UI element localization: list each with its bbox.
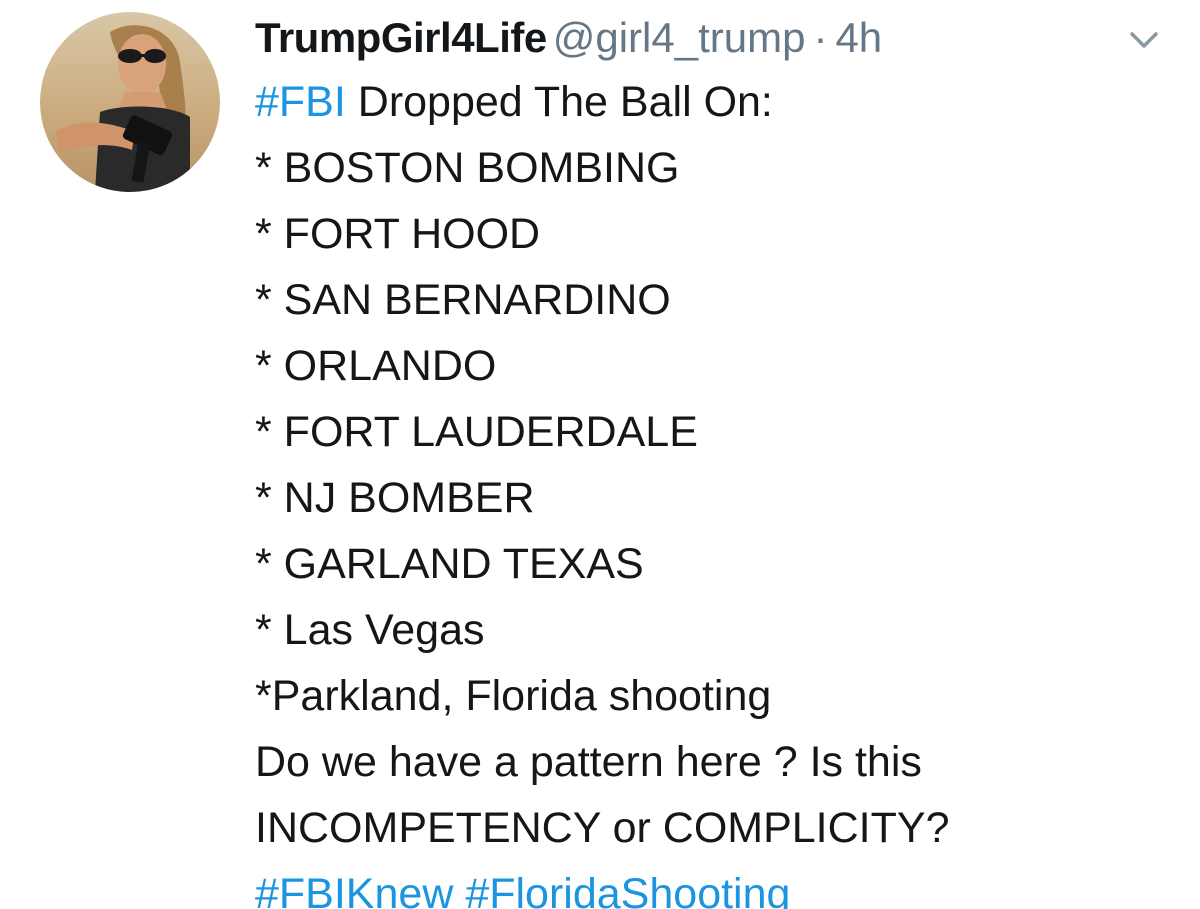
list-item: * FORT HOOD — [255, 210, 541, 258]
user-handle[interactable]: @girl4_trump — [553, 14, 806, 61]
tweet-text: #FBI Dropped The Ball On: * BOSTON BOMBI… — [255, 69, 1155, 909]
closing-line: Do we have a pattern here ? Is this — [255, 738, 922, 786]
list-item: * ORLANDO — [255, 342, 497, 390]
tweet: TrumpGirl4Life @girl4_trump · 4h #FBI Dropp… — [0, 0, 1200, 909]
hashtag-link[interactable]: #FloridaShooting — [465, 870, 790, 909]
hashtag-line: #FBIKnew #FloridaShooting — [255, 861, 1155, 909]
intro-text: Dropped The Ball On: — [345, 78, 773, 126]
chevron-down-icon[interactable] — [1126, 22, 1162, 58]
avatar-image — [40, 12, 220, 192]
list-item: * Las Vegas — [255, 606, 485, 654]
list-item: * GARLAND TEXAS — [255, 540, 644, 588]
hashtag-link[interactable]: #FBIKnew — [255, 870, 453, 909]
list-item: * FORT LAUDERDALE — [255, 408, 698, 456]
hashtag-link[interactable]: #FBI — [255, 78, 346, 126]
closing-line: INCOMPETENCY or COMPLICITY? — [255, 804, 950, 852]
list-item: * BOSTON BOMBING — [255, 144, 680, 192]
list-item: *Parkland, Florida shooting — [255, 672, 772, 720]
tweet-header: TrumpGirl4Life @girl4_trump · 4h — [255, 8, 882, 68]
tweet-line-intro: #FBI Dropped The Ball On: — [255, 69, 1155, 135]
timestamp[interactable]: 4h — [835, 14, 882, 61]
display-name[interactable]: TrumpGirl4Life — [255, 14, 547, 61]
separator-dot: · — [813, 14, 828, 61]
avatar[interactable] — [40, 12, 220, 192]
list-item: * SAN BERNARDINO — [255, 276, 671, 324]
list-item: * NJ BOMBER — [255, 474, 535, 522]
